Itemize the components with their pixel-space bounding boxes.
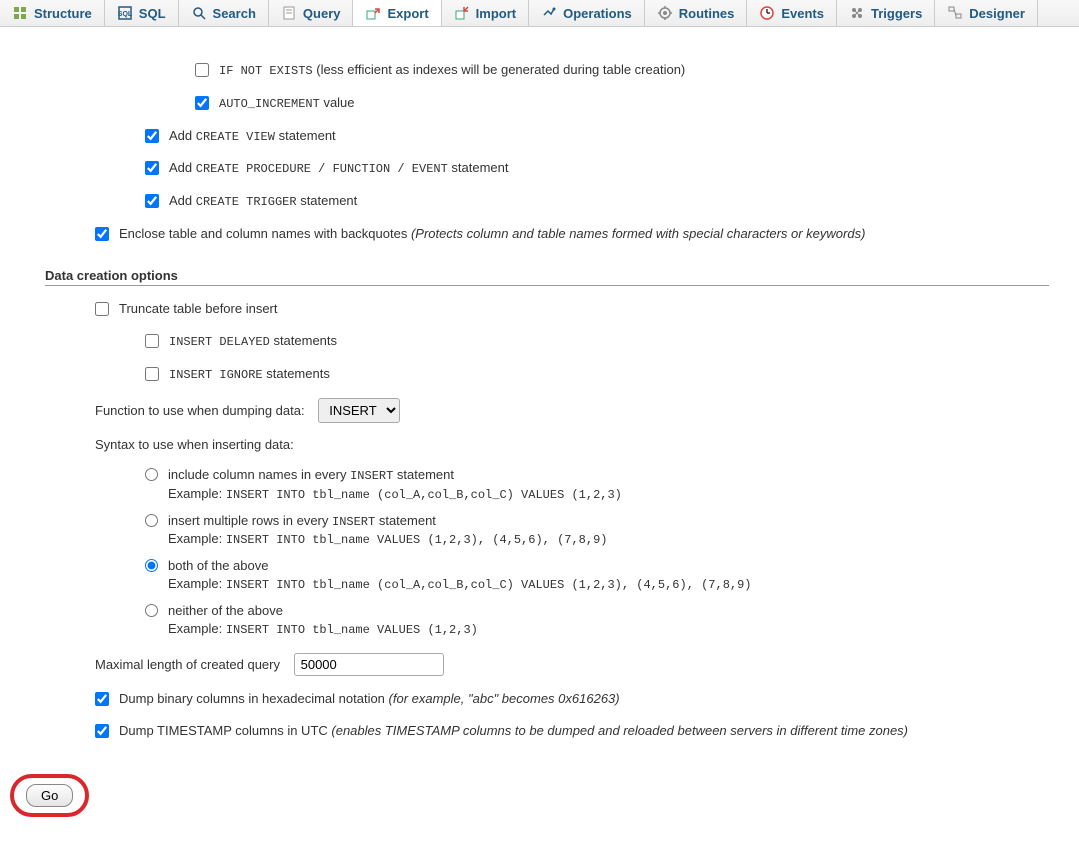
label-create-trigger: Add CREATE TRIGGER statement — [169, 192, 357, 211]
syntax-text-0: include column names in every INSERT sta… — [168, 466, 622, 504]
label-insert-ignore: INSERT IGNORE statements — [169, 365, 330, 384]
tab-export[interactable]: Export — [353, 0, 441, 26]
syntax-radio-3[interactable] — [145, 604, 158, 617]
tab-bar: Structure SQL SQL Search Query Export Import Op… — [0, 0, 1079, 27]
sql-icon: SQL — [117, 5, 133, 21]
tab-operations[interactable]: Operations — [529, 0, 645, 26]
tab-search[interactable]: Search — [179, 0, 269, 26]
operations-icon — [541, 5, 557, 21]
function-field: Function to use when dumping data: INSER… — [95, 398, 1049, 423]
label-utc: Dump TIMESTAMP columns in UTC (enables T… — [119, 722, 908, 740]
checkbox-insert-delayed[interactable] — [145, 334, 159, 348]
svg-text:SQL: SQL — [118, 11, 133, 18]
tab-triggers[interactable]: Triggers — [837, 0, 935, 26]
syntax-option-1: insert multiple rows in every INSERT sta… — [145, 512, 1049, 550]
tab-label: Export — [387, 6, 428, 21]
checkbox-hex[interactable] — [95, 692, 109, 706]
option-truncate: Truncate table before insert — [95, 300, 1049, 318]
triggers-icon — [849, 5, 865, 21]
tab-label: SQL — [139, 6, 166, 21]
checkbox-create-view[interactable] — [145, 129, 159, 143]
syntax-option-3: neither of the aboveExample: INSERT INTO… — [145, 602, 1049, 639]
option-hex: Dump binary columns in hexadecimal notat… — [95, 690, 1049, 708]
option-backquotes: Enclose table and column names with back… — [95, 225, 1049, 243]
label-hex: Dump binary columns in hexadecimal notat… — [119, 690, 620, 708]
function-label: Function to use when dumping data: — [95, 403, 305, 418]
tab-sql[interactable]: SQL SQL — [105, 0, 179, 26]
option-create-view: Add CREATE VIEW statement — [145, 127, 1049, 146]
structure-icon — [12, 5, 28, 21]
checkbox-truncate[interactable] — [95, 302, 109, 316]
option-insert-ignore: INSERT IGNORE statements — [145, 365, 1049, 384]
label-create-procedure: Add CREATE PROCEDURE / FUNCTION / EVENT … — [169, 159, 509, 178]
go-button[interactable]: Go — [26, 784, 73, 807]
checkbox-utc[interactable] — [95, 724, 109, 738]
option-auto-increment: AUTO_INCREMENT value — [195, 94, 1049, 113]
syntax-label-row: Syntax to use when inserting data: — [95, 437, 1049, 452]
syntax-radio-1[interactable] — [145, 514, 158, 527]
tab-label: Structure — [34, 6, 92, 21]
syntax-option-0: include column names in every INSERT sta… — [145, 466, 1049, 504]
search-icon — [191, 5, 207, 21]
maxlen-label: Maximal length of created query — [95, 657, 280, 672]
option-if-not-exists: IF NOT EXISTS (less efficient as indexes… — [195, 61, 1049, 80]
tab-events[interactable]: Events — [747, 0, 837, 26]
export-content: IF NOT EXISTS (less efficient as indexes… — [0, 27, 1079, 847]
syntax-text-3: neither of the aboveExample: INSERT INTO… — [168, 602, 478, 639]
label-create-view: Add CREATE VIEW statement — [169, 127, 336, 146]
query-icon — [281, 5, 297, 21]
label-insert-delayed: INSERT DELAYED statements — [169, 332, 337, 351]
label-truncate: Truncate table before insert — [119, 300, 278, 318]
syntax-radio-group: include column names in every INSERT sta… — [145, 466, 1049, 639]
tab-label: Designer — [969, 6, 1025, 21]
label-auto-increment: AUTO_INCREMENT value — [219, 94, 355, 113]
checkbox-create-procedure[interactable] — [145, 161, 159, 175]
tab-label: Triggers — [871, 6, 922, 21]
checkbox-if-not-exists[interactable] — [195, 63, 209, 77]
option-create-trigger: Add CREATE TRIGGER statement — [145, 192, 1049, 211]
maxlen-field: Maximal length of created query — [95, 653, 1049, 676]
tab-label: Routines — [679, 6, 735, 21]
syntax-label: Syntax to use when inserting data: — [95, 437, 294, 452]
tab-label: Search — [213, 6, 256, 21]
syntax-text-2: both of the aboveExample: INSERT INTO tb… — [168, 557, 752, 594]
section-data-creation-options: Data creation options — [45, 268, 1049, 286]
label-backquotes: Enclose table and column names with back… — [119, 225, 865, 243]
tab-structure[interactable]: Structure — [0, 0, 105, 26]
syntax-radio-0[interactable] — [145, 468, 158, 481]
checkbox-auto-increment[interactable] — [195, 96, 209, 110]
tab-query[interactable]: Query — [269, 0, 354, 26]
syntax-radio-2[interactable] — [145, 559, 158, 572]
tab-label: Query — [303, 6, 341, 21]
tab-label: Import — [476, 6, 516, 21]
option-create-procedure: Add CREATE PROCEDURE / FUNCTION / EVENT … — [145, 159, 1049, 178]
designer-icon — [947, 5, 963, 21]
events-icon — [759, 5, 775, 21]
tab-import[interactable]: Import — [442, 0, 529, 26]
function-select[interactable]: INSERT — [318, 398, 400, 423]
option-insert-delayed: INSERT DELAYED statements — [145, 332, 1049, 351]
tab-designer[interactable]: Designer — [935, 0, 1038, 26]
syntax-option-2: both of the aboveExample: INSERT INTO tb… — [145, 557, 1049, 594]
tab-label: Operations — [563, 6, 632, 21]
go-highlight: Go — [10, 774, 89, 817]
checkbox-backquotes[interactable] — [95, 227, 109, 241]
export-icon — [365, 5, 381, 21]
label-if-not-exists: IF NOT EXISTS (less efficient as indexes… — [219, 61, 685, 80]
checkbox-create-trigger[interactable] — [145, 194, 159, 208]
tab-label: Events — [781, 6, 824, 21]
checkbox-insert-ignore[interactable] — [145, 367, 159, 381]
routines-icon — [657, 5, 673, 21]
tab-routines[interactable]: Routines — [645, 0, 748, 26]
option-utc: Dump TIMESTAMP columns in UTC (enables T… — [95, 722, 1049, 740]
import-icon — [454, 5, 470, 21]
syntax-text-1: insert multiple rows in every INSERT sta… — [168, 512, 607, 550]
maxlen-input[interactable] — [294, 653, 444, 676]
